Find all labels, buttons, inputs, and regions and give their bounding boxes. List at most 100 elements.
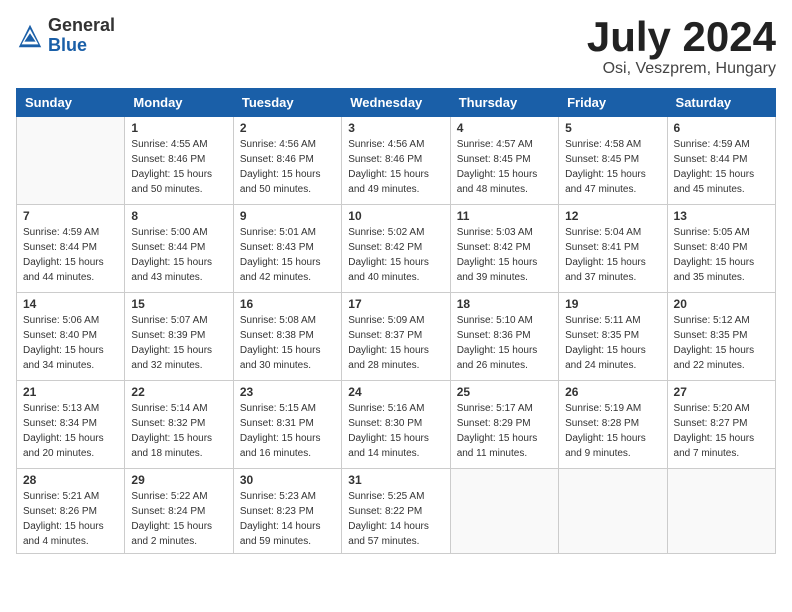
logo-icon (16, 22, 44, 50)
table-row: 19 Sunrise: 5:11 AM Sunset: 8:35 PM Dayli… (559, 293, 667, 381)
day-info: Sunrise: 5:03 AM Sunset: 8:42 PM Dayligh… (457, 225, 552, 285)
day-number: 4 (457, 121, 552, 135)
table-row: 1 Sunrise: 4:55 AM Sunset: 8:46 PM Daylig… (125, 117, 233, 205)
table-row: 16Sunrise: 5:08 AM Sunset: 8:38 PM Dayli… (233, 293, 341, 381)
day-number: 13 (674, 209, 769, 223)
header-tuesday: Tuesday (233, 89, 341, 117)
day-number: 1 (131, 121, 226, 135)
day-number: 27 (674, 385, 769, 399)
header-friday: Friday (559, 89, 667, 117)
day-info: Sunrise: 4:56 AM Sunset: 8:46 PM Dayligh… (348, 137, 443, 197)
calendar-table: Sunday Monday Tuesday Wednesday Thursday… (16, 88, 776, 554)
day-info: Sunrise: 4:58 AM Sunset: 8:45 PM Dayligh… (565, 137, 660, 197)
table-row: 5 Sunrise: 4:58 AM Sunset: 8:45 PM Daylig… (559, 117, 667, 205)
day-info: Sunrise: 5:05 AM Sunset: 8:40 PM Dayligh… (674, 225, 769, 285)
day-number: 20 (674, 297, 769, 311)
day-info: Sunrise: 5:17 AM Sunset: 8:29 PM Dayligh… (457, 401, 552, 461)
day-number: 26 (565, 385, 660, 399)
header-thursday: Thursday (450, 89, 558, 117)
day-info: Sunrise: 5:12 AM Sunset: 8:35 PM Dayligh… (674, 313, 769, 373)
day-number: 29 (131, 473, 226, 487)
table-row: 6 Sunrise: 4:59 AM Sunset: 8:44 PM Daylig… (667, 117, 775, 205)
title-block: July 2024 Osi, Veszprem, Hungary (587, 16, 776, 78)
header-wednesday: Wednesday (342, 89, 450, 117)
day-number: 19 (565, 297, 660, 311)
table-row: 9 Sunrise: 5:01 AM Sunset: 8:43 PM Daylig… (233, 205, 341, 293)
day-info: Sunrise: 5:10 AM Sunset: 8:36 PM Dayligh… (457, 313, 552, 373)
day-info: Sunrise: 5:20 AM Sunset: 8:27 PM Dayligh… (674, 401, 769, 461)
table-row (450, 469, 558, 554)
day-info: Sunrise: 5:07 AM Sunset: 8:39 PM Dayligh… (131, 313, 226, 373)
day-info: Sunrise: 4:59 AM Sunset: 8:44 PM Dayligh… (674, 137, 769, 197)
day-info: Sunrise: 5:11 AM Sunset: 8:35 PM Dayligh… (565, 313, 660, 373)
day-number: 24 (348, 385, 443, 399)
table-row: 14 Sunrise: 5:06 AM Sunset: 8:40 PM Dayli… (17, 293, 125, 381)
day-info: Sunrise: 5:23 AM Sunset: 8:23 PM Dayligh… (240, 489, 335, 549)
day-info: Sunrise: 4:59 AM Sunset: 8:44 PM Dayligh… (23, 225, 118, 285)
location-text: Osi, Veszprem, Hungary (587, 60, 776, 78)
day-number: 15 (131, 297, 226, 311)
header-sunday: Sunday (17, 89, 125, 117)
day-number: 31 (348, 473, 443, 487)
day-number: 12 (565, 209, 660, 223)
day-info: Sunrise: 5:13 AM Sunset: 8:34 PM Dayligh… (23, 401, 118, 461)
day-info: Sunrise: 5:15 AM Sunset: 8:31 PM Dayligh… (240, 401, 335, 461)
header-monday: Monday (125, 89, 233, 117)
day-number: 10 (348, 209, 443, 223)
day-info: Sunrise: 5:09 AM Sunset: 8:37 PM Dayligh… (348, 313, 443, 373)
day-number: 17 (348, 297, 443, 311)
table-row: 20 Sunrise: 5:12 AM Sunset: 8:35 PM Dayli… (667, 293, 775, 381)
day-number: 14 (23, 297, 118, 311)
table-row: 8 Sunrise: 5:00 AM Sunset: 8:44 PM Daylig… (125, 205, 233, 293)
day-number: 5 (565, 121, 660, 135)
table-row: 26Sunrise: 5:19 AM Sunset: 8:28 PM Dayli… (559, 381, 667, 469)
day-number: 8 (131, 209, 226, 223)
day-number: 3 (348, 121, 443, 135)
logo-blue-text: Blue (48, 36, 115, 56)
day-number: 9 (240, 209, 335, 223)
table-row: 30Sunrise: 5:23 AM Sunset: 8:23 PM Dayli… (233, 469, 341, 554)
table-row: 17 Sunrise: 5:09 AM Sunset: 8:37 PM Dayli… (342, 293, 450, 381)
day-info: Sunrise: 5:01 AM Sunset: 8:43 PM Dayligh… (240, 225, 335, 285)
table-row: 31Sunrise: 5:25 AM Sunset: 8:22 PM Dayli… (342, 469, 450, 554)
table-row: 18 Sunrise: 5:10 AM Sunset: 8:36 PM Dayli… (450, 293, 558, 381)
table-row: 23Sunrise: 5:15 AM Sunset: 8:31 PM Dayli… (233, 381, 341, 469)
day-number: 28 (23, 473, 118, 487)
day-info: Sunrise: 4:57 AM Sunset: 8:45 PM Dayligh… (457, 137, 552, 197)
day-info: Sunrise: 5:16 AM Sunset: 8:30 PM Dayligh… (348, 401, 443, 461)
table-row: 25 Sunrise: 5:17 AM Sunset: 8:29 PM Dayli… (450, 381, 558, 469)
day-number: 6 (674, 121, 769, 135)
day-info: Sunrise: 5:00 AM Sunset: 8:44 PM Dayligh… (131, 225, 226, 285)
table-row: 7Sunrise: 4:59 AM Sunset: 8:44 PM Daylig… (17, 205, 125, 293)
table-row: 3 Sunrise: 4:56 AM Sunset: 8:46 PM Daylig… (342, 117, 450, 205)
table-row: 29 Sunrise: 5:22 AM Sunset: 8:24 PM Dayli… (125, 469, 233, 554)
header-saturday: Saturday (667, 89, 775, 117)
table-row (17, 117, 125, 205)
calendar-header-row: Sunday Monday Tuesday Wednesday Thursday… (17, 89, 776, 117)
table-row: 12 Sunrise: 5:04 AM Sunset: 8:41 PM Dayli… (559, 205, 667, 293)
table-row: 11 Sunrise: 5:03 AM Sunset: 8:42 PM Dayli… (450, 205, 558, 293)
table-row (559, 469, 667, 554)
month-title: July 2024 (587, 16, 776, 58)
table-row: 21 Sunrise: 5:13 AM Sunset: 8:34 PM Dayli… (17, 381, 125, 469)
day-number: 11 (457, 209, 552, 223)
table-row: 2Sunrise: 4:56 AM Sunset: 8:46 PM Daylig… (233, 117, 341, 205)
day-info: Sunrise: 4:55 AM Sunset: 8:46 PM Dayligh… (131, 137, 226, 197)
logo-general-text: General (48, 16, 115, 36)
day-info: Sunrise: 5:21 AM Sunset: 8:26 PM Dayligh… (23, 489, 118, 549)
table-row: 28 Sunrise: 5:21 AM Sunset: 8:26 PM Dayli… (17, 469, 125, 554)
day-info: Sunrise: 5:14 AM Sunset: 8:32 PM Dayligh… (131, 401, 226, 461)
table-row: 22Sunrise: 5:14 AM Sunset: 8:32 PM Dayli… (125, 381, 233, 469)
table-row: 27 Sunrise: 5:20 AM Sunset: 8:27 PM Dayli… (667, 381, 775, 469)
table-row: 15 Sunrise: 5:07 AM Sunset: 8:39 PM Dayli… (125, 293, 233, 381)
table-row: 13 Sunrise: 5:05 AM Sunset: 8:40 PM Dayli… (667, 205, 775, 293)
day-number: 21 (23, 385, 118, 399)
day-number: 25 (457, 385, 552, 399)
logo: General Blue (16, 16, 115, 56)
day-number: 16 (240, 297, 335, 311)
day-info: Sunrise: 5:04 AM Sunset: 8:41 PM Dayligh… (565, 225, 660, 285)
day-info: Sunrise: 4:56 AM Sunset: 8:46 PM Dayligh… (240, 137, 335, 197)
day-info: Sunrise: 5:22 AM Sunset: 8:24 PM Dayligh… (131, 489, 226, 549)
day-info: Sunrise: 5:06 AM Sunset: 8:40 PM Dayligh… (23, 313, 118, 373)
day-number: 18 (457, 297, 552, 311)
